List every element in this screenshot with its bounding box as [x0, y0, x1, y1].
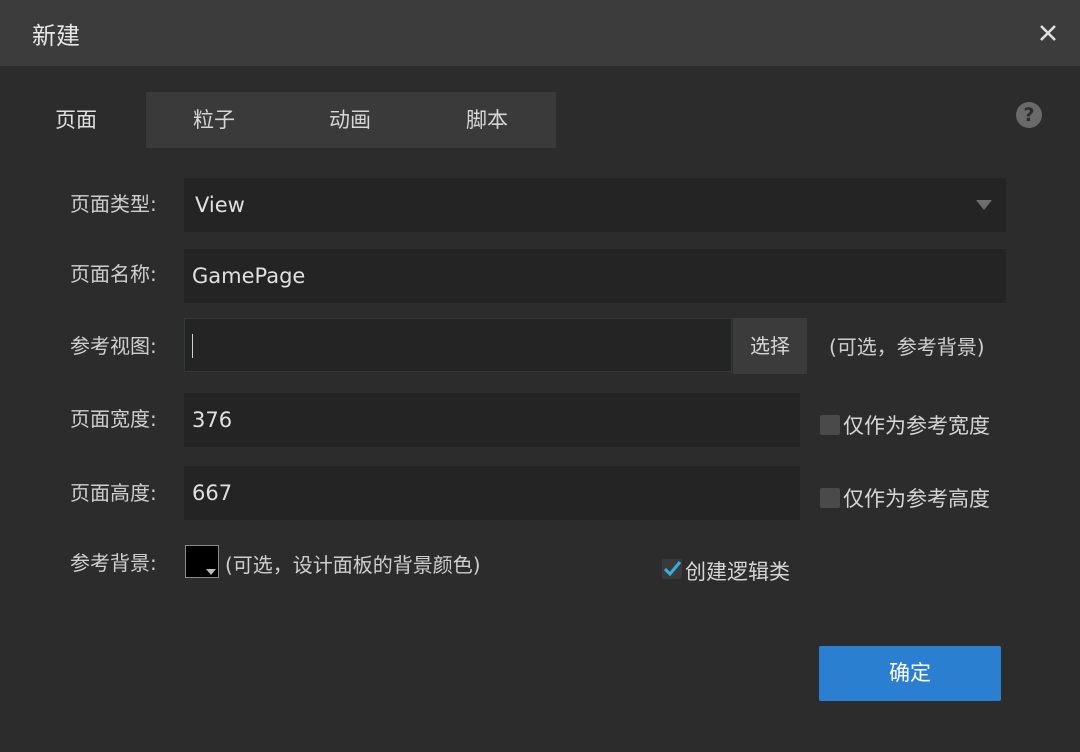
ref-bg-label: 参考背景:: [70, 551, 157, 575]
choose-button[interactable]: 选择: [733, 318, 807, 374]
dropdown-caret-icon: [976, 200, 992, 210]
create-logic-label: 创建逻辑类: [685, 560, 790, 584]
close-icon[interactable]: [1034, 19, 1062, 47]
page-width-input[interactable]: 376: [184, 393, 800, 447]
page-height-input[interactable]: 667: [184, 466, 800, 520]
page-name-input[interactable]: GamePage: [184, 249, 1006, 303]
ref-view-hint: (可选，参考背景): [829, 335, 985, 359]
title-bar: 新建: [0, 0, 1080, 66]
ok-button[interactable]: 确定: [819, 646, 1001, 701]
tab-animation[interactable]: 动画: [282, 92, 418, 148]
page-width-label: 页面宽度:: [70, 407, 157, 431]
page-type-select[interactable]: View: [184, 178, 1006, 232]
ref-bg-hint: (可选，设计面板的背景颜色): [225, 553, 481, 577]
ref-width-checkbox[interactable]: [820, 415, 840, 435]
page-type-value: View: [195, 193, 245, 217]
bg-color-swatch[interactable]: [185, 545, 219, 578]
ref-view-input[interactable]: [184, 318, 732, 372]
text-cursor: [192, 334, 193, 358]
ref-height-checkbox[interactable]: [820, 488, 840, 508]
page-height-label: 页面高度:: [70, 481, 157, 505]
tab-particle[interactable]: 粒子: [146, 92, 282, 148]
help-icon[interactable]: ?: [1016, 102, 1042, 128]
chevron-down-icon: [206, 569, 216, 575]
ref-width-checkbox-label: 仅作为参考宽度: [843, 414, 990, 438]
checkmark-icon: [663, 561, 682, 577]
page-name-label: 页面名称:: [70, 262, 157, 286]
tab-script[interactable]: 脚本: [418, 92, 556, 148]
window-title: 新建: [32, 22, 80, 50]
ref-height-checkbox-label: 仅作为参考高度: [843, 487, 990, 511]
create-logic-checkbox[interactable]: [662, 559, 682, 579]
ref-view-label: 参考视图:: [70, 334, 157, 358]
tab-page[interactable]: 页面: [8, 92, 144, 148]
page-type-label: 页面类型:: [70, 192, 157, 216]
